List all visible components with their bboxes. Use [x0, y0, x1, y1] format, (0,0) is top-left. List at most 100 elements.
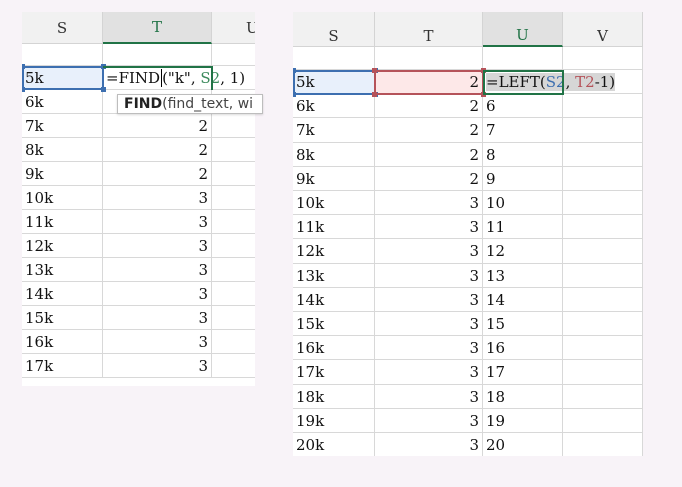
selection-handle[interactable]: [22, 87, 25, 92]
cell-v[interactable]: [563, 94, 643, 119]
formula-cell-t2[interactable]: =FIND ("k", S2, 1): [103, 66, 245, 90]
cell-u[interactable]: 7: [483, 118, 563, 143]
cell-t[interactable]: 3: [103, 306, 212, 330]
cell-s[interactable]: 14k: [22, 282, 103, 306]
cell-u[interactable]: [212, 210, 255, 234]
cell-v[interactable]: [563, 263, 643, 288]
cell-u[interactable]: 11: [483, 215, 563, 240]
cell-s[interactable]: 5k: [293, 70, 375, 95]
cell-s[interactable]: 15k: [22, 306, 103, 330]
selection-handle[interactable]: [293, 68, 296, 73]
cell-u[interactable]: [212, 234, 255, 258]
cell-t[interactable]: 2: [103, 138, 212, 162]
cell-u[interactable]: 8: [483, 142, 563, 167]
cell-s[interactable]: 15k: [293, 312, 375, 337]
cell-u[interactable]: [212, 138, 255, 162]
cell-t[interactable]: 2: [375, 70, 483, 95]
cell-t[interactable]: [375, 47, 483, 70]
cell-t[interactable]: 2: [375, 118, 483, 143]
selection-handle[interactable]: [293, 92, 296, 98]
cell-u[interactable]: 16: [483, 336, 563, 361]
cell-u[interactable]: 18: [483, 384, 563, 409]
cell-t[interactable]: 3: [103, 330, 212, 354]
selection-handle[interactable]: [101, 87, 106, 92]
cell-t[interactable]: 3: [103, 210, 212, 234]
cell-s[interactable]: 17k: [22, 354, 103, 378]
cell-u[interactable]: [212, 306, 255, 330]
column-header-t[interactable]: T: [375, 12, 483, 47]
cell-u[interactable]: 9: [483, 166, 563, 191]
cell-t[interactable]: 3: [103, 354, 212, 378]
cell-v[interactable]: [563, 433, 643, 456]
cell-u[interactable]: [212, 330, 255, 354]
cell-u[interactable]: [483, 47, 563, 70]
cell-t[interactable]: 2: [375, 94, 483, 119]
formula-cell-u2[interactable]: =LEFT(S2, T2-1): [483, 70, 616, 95]
selection-handle[interactable]: [372, 92, 377, 98]
cell-t[interactable]: 3: [375, 384, 483, 409]
cell-s[interactable]: 19k: [293, 408, 375, 433]
cell-v[interactable]: [563, 360, 643, 385]
cell-u[interactable]: 12: [483, 239, 563, 264]
selection-handle[interactable]: [481, 68, 486, 73]
cell-s[interactable]: 7k: [293, 118, 375, 143]
cell-v[interactable]: [563, 191, 643, 216]
cell-u[interactable]: 15: [483, 312, 563, 337]
cell-t[interactable]: 3: [103, 234, 212, 258]
cell-s[interactable]: 8k: [22, 138, 103, 162]
cell-u[interactable]: 10: [483, 191, 563, 216]
cell-s[interactable]: [293, 47, 375, 70]
cell-s[interactable]: 9k: [22, 162, 103, 186]
column-header-u[interactable]: U: [483, 12, 563, 47]
cell-v[interactable]: [563, 384, 643, 409]
cell-u[interactable]: [212, 258, 255, 282]
cell-u[interactable]: 13: [483, 263, 563, 288]
cell-t[interactable]: [103, 44, 212, 66]
column-header-t[interactable]: T: [103, 12, 212, 44]
cell-t[interactable]: 3: [375, 263, 483, 288]
cell-t[interactable]: 3: [103, 186, 212, 210]
cell-u[interactable]: [212, 114, 255, 138]
cell-t[interactable]: 2: [103, 114, 212, 138]
cell-s[interactable]: 12k: [293, 239, 375, 264]
cell-s[interactable]: 16k: [293, 336, 375, 361]
cell-s[interactable]: 13k: [293, 263, 375, 288]
cell-v[interactable]: [563, 166, 643, 191]
cell-t[interactable]: 2: [375, 166, 483, 191]
cell-t[interactable]: 3: [375, 360, 483, 385]
cell-t[interactable]: 2: [103, 162, 212, 186]
cell-t[interactable]: 3: [375, 312, 483, 337]
cell-u[interactable]: 6: [483, 94, 563, 119]
cell-v[interactable]: [563, 336, 643, 361]
selection-handle[interactable]: [22, 64, 25, 69]
selection-handle[interactable]: [101, 64, 106, 69]
cell-u[interactable]: [212, 162, 255, 186]
cell-t[interactable]: 3: [375, 215, 483, 240]
selection-handle[interactable]: [481, 92, 486, 98]
cell-t[interactable]: 3: [375, 287, 483, 312]
cell-s[interactable]: 14k: [293, 287, 375, 312]
cell-v[interactable]: [563, 239, 643, 264]
column-header-s[interactable]: S: [293, 12, 375, 47]
column-header-v[interactable]: V: [563, 12, 643, 47]
cell-s[interactable]: 10k: [293, 191, 375, 216]
cell-t[interactable]: 3: [375, 191, 483, 216]
cell-u[interactable]: [212, 354, 255, 378]
cell-s[interactable]: 16k: [22, 330, 103, 354]
cell-s[interactable]: 11k: [22, 210, 103, 234]
cell-s[interactable]: 11k: [293, 215, 375, 240]
cell-v[interactable]: [563, 287, 643, 312]
cell-t[interactable]: 3: [375, 239, 483, 264]
cell-u[interactable]: [212, 282, 255, 306]
cell-t[interactable]: 3: [375, 408, 483, 433]
cell-s[interactable]: [22, 44, 103, 66]
cell-s[interactable]: 20k: [293, 433, 375, 456]
cell-t[interactable]: 3: [375, 336, 483, 361]
column-header-u[interactable]: U: [212, 12, 255, 44]
cell-s[interactable]: 6k: [293, 94, 375, 119]
cell-t[interactable]: 2: [375, 142, 483, 167]
cell-s[interactable]: 6k: [22, 90, 103, 114]
cell-s[interactable]: 17k: [293, 360, 375, 385]
cell-u[interactable]: 14: [483, 287, 563, 312]
cell-s[interactable]: 7k: [22, 114, 103, 138]
